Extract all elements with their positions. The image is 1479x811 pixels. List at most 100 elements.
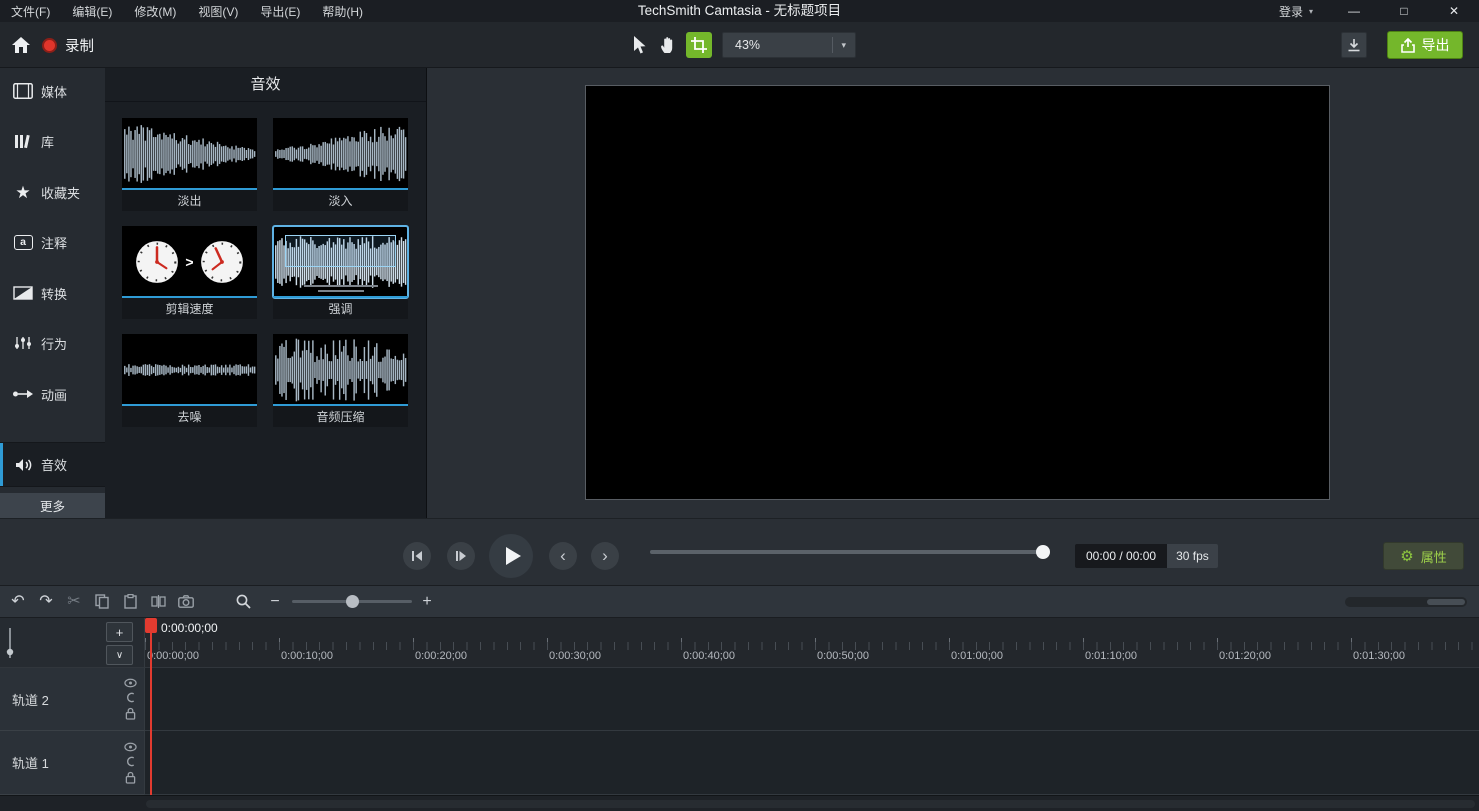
track-height-slider[interactable]: [3, 626, 17, 660]
star-icon: ★: [11, 184, 35, 201]
gear-icon: ⚙: [1400, 549, 1413, 564]
behaviors-icon: [11, 335, 35, 351]
track-loop-icon[interactable]: [125, 692, 136, 703]
home-button[interactable]: [10, 35, 32, 55]
effect-label: 淡出: [122, 190, 257, 211]
zoom-in-button[interactable]: +: [414, 586, 440, 617]
effect-tile-fade-in[interactable]: 淡入: [273, 118, 408, 211]
split-button[interactable]: [145, 586, 171, 617]
track-toggles: [124, 742, 137, 784]
record-icon: [42, 38, 57, 53]
menu-export[interactable]: 导出(E): [249, 3, 311, 20]
sidebar-item-label: 收藏夹: [41, 183, 80, 202]
minimize-button[interactable]: —: [1329, 0, 1379, 22]
track-lock-icon[interactable]: [125, 707, 136, 720]
cut-button[interactable]: ✂: [61, 586, 87, 617]
playhead-marker[interactable]: [145, 618, 157, 633]
export-icon: [1401, 38, 1415, 53]
timeline-ruler[interactable]: 0:00:00;00 0:00:00;00 0:00:10;00 0:00:20…: [145, 618, 1479, 668]
zoom-level-select[interactable]: 43% ▾: [722, 32, 856, 58]
track-1-lane[interactable]: [145, 731, 1479, 795]
add-track-button[interactable]: +: [106, 622, 133, 642]
sidebar-item-favorites[interactable]: ★ 收藏夹: [0, 169, 105, 215]
jump-back-button[interactable]: ‹: [549, 542, 577, 570]
more-tab-button[interactable]: 更多: [0, 493, 105, 518]
timeline-zoom-knob[interactable]: [346, 595, 359, 608]
track-lock-icon[interactable]: [125, 771, 136, 784]
ruler-tick-label: 0:01:10;00: [1085, 650, 1137, 662]
pan-tool-button[interactable]: [656, 32, 682, 58]
track-2-lane[interactable]: [145, 668, 1479, 731]
divider: [832, 37, 833, 53]
horizontal-scrollbar[interactable]: [146, 800, 1475, 808]
collapse-tracks-button[interactable]: ∨: [106, 645, 133, 665]
maximize-button[interactable]: □: [1379, 0, 1429, 22]
paste-button[interactable]: [117, 586, 143, 617]
track-loop-icon[interactable]: [125, 756, 136, 767]
track-visibility-icon[interactable]: [124, 678, 137, 688]
timeline-scrollbar-handle[interactable]: [1427, 599, 1465, 605]
sidebar-item-annotations[interactable]: a 注释: [0, 219, 105, 265]
animation-icon: [11, 388, 35, 400]
effect-label: 剪辑速度: [122, 298, 257, 319]
previous-frame-icon: [411, 550, 423, 562]
effect-tile-noise-removal[interactable]: 去噪: [122, 334, 257, 427]
export-button[interactable]: 导出: [1387, 31, 1463, 59]
time-display: 00:00 / 00:00: [1075, 544, 1167, 568]
bottom-strip: [0, 795, 1479, 811]
properties-button[interactable]: ⚙ 属性: [1383, 542, 1464, 570]
sidebar-item-library[interactable]: 库: [0, 118, 105, 164]
play-button[interactable]: [489, 534, 533, 578]
effect-tile-fade-out[interactable]: 淡出: [122, 118, 257, 211]
canvas-stage[interactable]: [585, 85, 1330, 500]
ruler-tick-label: 0:00:50;00: [817, 650, 869, 662]
menu-edit[interactable]: 编辑(E): [61, 3, 123, 20]
next-frame-button[interactable]: [447, 542, 475, 570]
track-name: 轨道 2: [12, 690, 49, 709]
effect-thumbnail: [273, 334, 408, 406]
select-tool-button[interactable]: [626, 32, 652, 58]
sign-in-button[interactable]: 登录 ▾: [1263, 3, 1329, 20]
magnifier-icon: [236, 594, 251, 609]
waveform-fade-out: [122, 118, 257, 190]
download-button[interactable]: [1341, 32, 1367, 58]
menu-modify[interactable]: 修改(M): [123, 3, 187, 20]
timeline-zoom-slider[interactable]: [292, 600, 412, 603]
waveform-fade-in: [273, 118, 408, 190]
sidebar-item-audio-effects[interactable]: 音效: [0, 442, 105, 487]
redo-icon: ↷: [39, 594, 52, 610]
jump-forward-button[interactable]: ›: [591, 542, 619, 570]
effect-tile-emphasize[interactable]: 强调: [273, 226, 408, 319]
record-button[interactable]: 录制: [42, 33, 94, 57]
ruler-tick-label: 0:00:40;00: [683, 650, 735, 662]
timeline-scrollbar[interactable]: [1345, 597, 1467, 607]
menu-view[interactable]: 视图(V): [187, 3, 249, 20]
home-icon: [11, 36, 31, 54]
zoom-out-button[interactable]: −: [262, 586, 288, 617]
sidebar-item-label: 动画: [41, 385, 67, 404]
track-visibility-icon[interactable]: [124, 742, 137, 752]
seek-slider-knob[interactable]: [1036, 545, 1050, 559]
export-label: 导出: [1422, 35, 1450, 55]
fps-display: 30 fps: [1167, 544, 1218, 568]
more-label: 更多: [40, 496, 65, 515]
effect-tile-audio-compression[interactable]: 音频压缩: [273, 334, 408, 427]
menu-file[interactable]: 文件(F): [0, 3, 61, 20]
crop-tool-button[interactable]: [686, 32, 712, 58]
effect-tile-clip-speed[interactable]: > 剪辑速度: [122, 226, 257, 319]
previous-frame-button[interactable]: [403, 542, 431, 570]
paste-icon: [124, 594, 137, 609]
menu-help[interactable]: 帮助(H): [311, 3, 374, 20]
close-button[interactable]: ✕: [1429, 0, 1479, 22]
sidebar-item-behaviors[interactable]: 行为: [0, 320, 105, 366]
seek-slider[interactable]: [650, 550, 1050, 554]
sidebar-item-animations[interactable]: 动画: [0, 371, 105, 417]
sidebar-item-media[interactable]: 媒体: [0, 68, 105, 114]
clock-icon: [199, 239, 245, 285]
sidebar-item-transitions[interactable]: 转换: [0, 270, 105, 316]
copy-button[interactable]: [89, 586, 115, 617]
snapshot-button[interactable]: [173, 586, 199, 617]
redo-button[interactable]: ↷: [33, 586, 59, 617]
undo-button[interactable]: ↶: [5, 586, 31, 617]
timeline-zoom-button[interactable]: [230, 586, 256, 617]
